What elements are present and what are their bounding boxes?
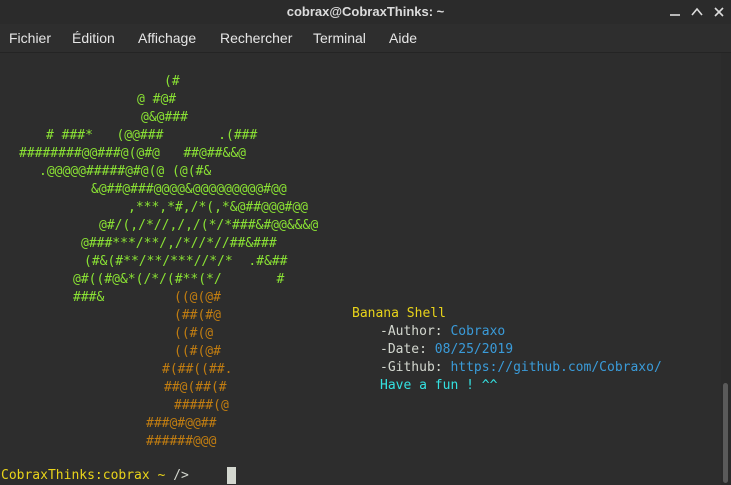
- menu-terminal[interactable]: Terminal: [313, 30, 366, 46]
- author-label: -Author:: [380, 324, 451, 339]
- ascii-trunk-line: ##@(##(#: [164, 380, 227, 395]
- ascii-trunk-line: ###@#@@##: [146, 416, 217, 431]
- tagline: Have a fun ! ^^: [380, 378, 498, 393]
- ascii-logo-line: ,***,*#,/*(,*&@##@@@#@@: [128, 200, 309, 215]
- ascii-logo-line: ###&: [73, 290, 105, 305]
- minimize-button[interactable]: [666, 3, 684, 21]
- date-row: -Date: 08/25/2019: [380, 341, 513, 359]
- menu-edition[interactable]: Édition: [72, 30, 115, 46]
- terminal-output[interactable]: (# @ #@# @&@### # ###* (@@### .(### ####…: [0, 53, 720, 485]
- ascii-logo-line: &@##@###@@@@&@@@@@@@@@#@@: [91, 182, 287, 197]
- ascii-logo-line: @&@###: [141, 110, 188, 125]
- ascii-logo-line: @#((#@&*(/*/(#**(*/ #: [73, 272, 285, 287]
- github-link[interactable]: https://github.com/Cobraxo/: [450, 360, 661, 375]
- github-row: -Github: https://github.com/Cobraxo/: [380, 359, 662, 377]
- ascii-trunk-line: (##(#@: [174, 308, 221, 323]
- ascii-logo-line: @ #@#: [137, 92, 177, 107]
- ascii-logo-line: @#/(,/*//,/,/(*/*###&#@@&&&@: [99, 218, 319, 233]
- window-title: cobrax@CobraxThinks: ~: [286, 4, 445, 19]
- ascii-logo-line: @###***/**/,/*//*//##&###: [81, 236, 277, 251]
- terminal-window: cobrax@CobraxThinks: ~ Fichier Édition A…: [0, 0, 731, 485]
- text-cursor: [227, 467, 236, 484]
- shell-prompt[interactable]: CobraxThinks:cobrax ~ />: [1, 467, 189, 485]
- ascii-trunk-line: #####(@: [174, 398, 229, 413]
- ascii-trunk-line: ((#(@#: [174, 344, 221, 359]
- menu-rechercher[interactable]: Rechercher: [220, 30, 292, 46]
- scrollbar[interactable]: [721, 53, 731, 485]
- github-label: -Github:: [380, 360, 451, 375]
- shell-name: Banana Shell: [352, 306, 446, 321]
- ascii-logo-line: .@@@@@#####@#@(@ (@(#&: [39, 164, 212, 179]
- menu-aide[interactable]: Aide: [389, 30, 417, 46]
- menu-bar: Fichier Édition Affichage Rechercher Ter…: [0, 24, 731, 53]
- scrollbar-thumb[interactable]: [723, 383, 728, 483]
- maximize-icon: [691, 7, 703, 16]
- prompt-symbol: />: [165, 468, 189, 483]
- author-value: Cobraxo: [450, 324, 506, 339]
- author-row: -Author: Cobraxo: [380, 323, 505, 341]
- prompt-host: CobraxThinks:cobrax ~: [1, 468, 166, 483]
- ascii-logo-line: # ###* (@@### .(###: [46, 128, 258, 143]
- maximize-button[interactable]: [688, 3, 706, 21]
- close-icon: [714, 7, 724, 17]
- date-value: 08/25/2019: [434, 342, 514, 357]
- ascii-logo-line: ########@@###@(@#@ ##@##&&@: [19, 146, 246, 161]
- ascii-trunk-line: ((#(@: [174, 326, 214, 341]
- menu-affichage[interactable]: Affichage: [138, 30, 196, 46]
- close-button[interactable]: [710, 3, 728, 21]
- date-label: -Date:: [380, 342, 435, 357]
- title-bar[interactable]: cobrax@CobraxThinks: ~: [0, 0, 731, 24]
- ascii-trunk-line: ((@(@#: [174, 290, 221, 305]
- ascii-logo-line: (#: [164, 74, 180, 89]
- ascii-trunk-line: ######@@@: [146, 434, 217, 449]
- menu-fichier[interactable]: Fichier: [9, 30, 51, 46]
- ascii-logo-line: (#&(#**/**/***//*/* .#&##: [84, 254, 288, 269]
- ascii-trunk-line: #(##((##.: [162, 362, 233, 377]
- minimize-icon: [670, 14, 680, 16]
